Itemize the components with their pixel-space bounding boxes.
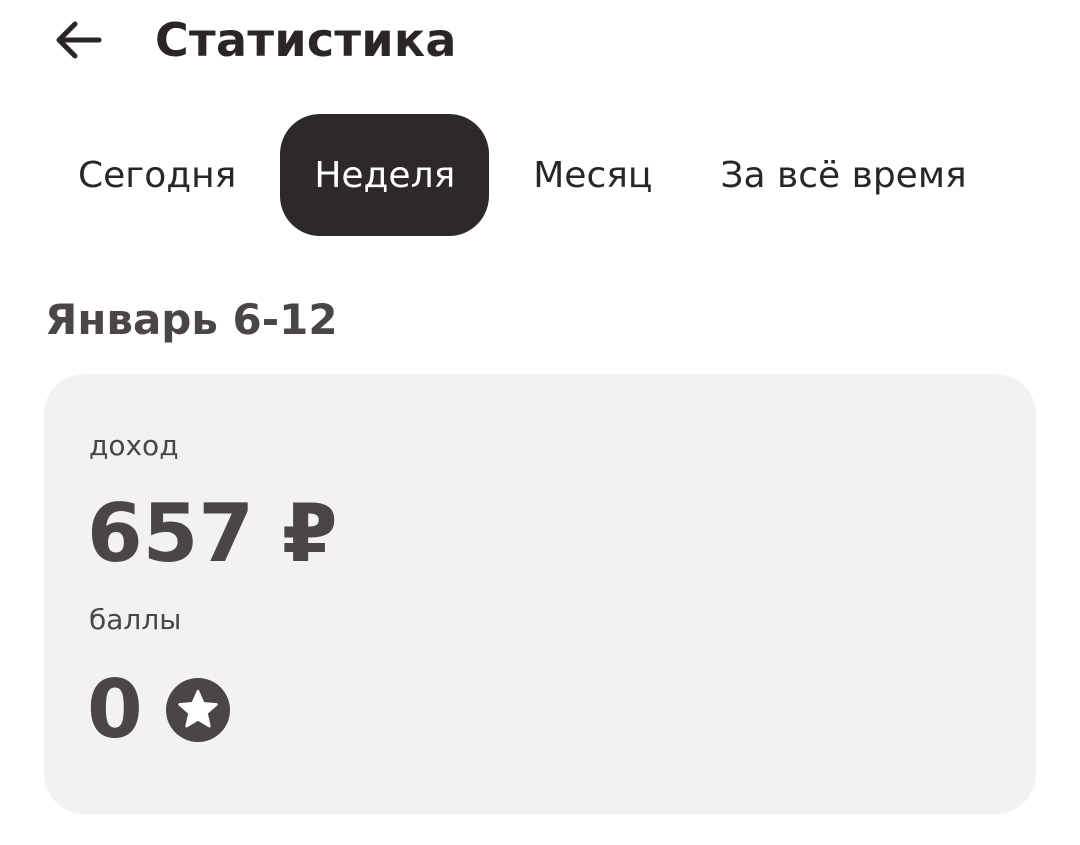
income-value: 657 ₽ <box>87 486 338 582</box>
app-header: Статистика <box>0 0 1080 90</box>
arrow-left-icon <box>56 21 102 59</box>
tab-all-time[interactable]: За всё время <box>686 114 1000 236</box>
stats-card: доход 657 ₽ баллы 0 <box>44 374 1036 814</box>
back-button[interactable] <box>48 12 108 68</box>
income-amount: 657 ₽ <box>87 487 338 580</box>
tab-month[interactable]: Месяц <box>499 114 686 236</box>
tab-week[interactable]: Неделя <box>280 114 490 236</box>
points-label: баллы <box>89 603 182 636</box>
points-amount: 0 <box>87 663 143 756</box>
page-title: Статистика <box>155 13 457 67</box>
income-label: доход <box>89 429 179 462</box>
period-title: Январь 6-12 <box>45 295 338 344</box>
points-value: 0 <box>87 662 231 758</box>
star-circle-icon <box>165 677 231 743</box>
tab-today[interactable]: Сегодня <box>44 114 270 236</box>
period-tabs: Сегодня Неделя Месяц За всё время <box>44 114 1001 236</box>
